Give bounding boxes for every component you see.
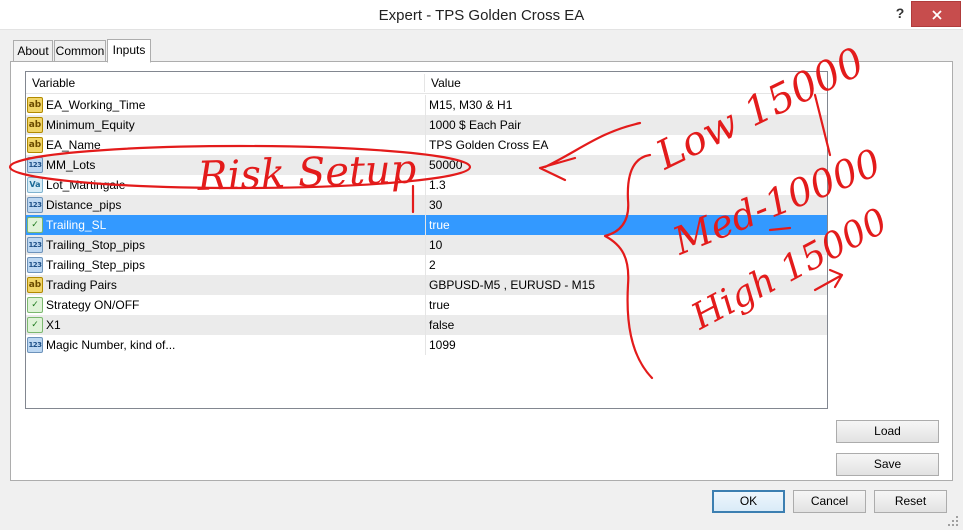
variable-name: EA_Name [46,138,101,152]
table-row[interactable]: ✓ X1 false [26,315,827,335]
text-type-icon: ab [27,117,43,133]
table-row[interactable]: ✓ Strategy ON/OFF true [26,295,827,315]
table-row[interactable]: 123 Magic Number, kind of... 1099 [26,335,827,355]
variable-name: EA_Working_Time [46,98,146,112]
number-type-icon: 123 [27,257,43,273]
number-type-icon: 123 [27,197,43,213]
double-type-icon: Va [27,177,43,193]
variable-value[interactable]: 50000 [425,155,825,175]
number-type-icon: 123 [27,337,43,353]
tab-about[interactable]: About [13,40,53,62]
close-icon [932,10,942,20]
variable-name: Trading Pairs [46,278,117,292]
number-type-icon: 123 [27,157,43,173]
window-title: Expert - TPS Golden Cross EA [378,7,585,24]
variable-name: Lot_Martingale [46,178,126,192]
variable-name: Trailing_SL [46,218,107,232]
save-button[interactable]: Save [836,453,939,476]
close-button[interactable] [911,1,961,27]
help-icon[interactable]: ? [892,5,908,23]
variable-name: Magic Number, kind of... [46,338,176,352]
variable-name: Strategy ON/OFF [46,298,140,312]
table-row[interactable]: ab Trading Pairs GBPUSD-M5 , EURUSD - M15 [26,275,827,295]
variable-name: Distance_pips [46,198,122,212]
tab-common[interactable]: Common [54,40,106,62]
table-row[interactable]: 123 Distance_pips 30 [26,195,827,215]
variable-value[interactable]: 1.3 [425,175,825,195]
resize-grip-icon[interactable] [944,512,960,528]
column-header-value[interactable]: Value [425,72,825,94]
variable-name: Minimum_Equity [46,118,135,132]
variable-value[interactable]: 1000 $ Each Pair [425,115,825,135]
boolean-type-icon: ✓ [27,217,43,233]
column-header-variable[interactable]: Variable [26,72,424,94]
variable-value[interactable]: GBPUSD-M5 , EURUSD - M15 [425,275,825,295]
number-type-icon: 123 [27,237,43,253]
variable-value[interactable]: 30 [425,195,825,215]
variable-value[interactable]: true [425,295,825,315]
variable-name: Trailing_Stop_pips [46,238,145,252]
variable-value[interactable]: 1099 [425,335,825,355]
variable-name: Trailing_Step_pips [46,258,145,272]
table-row[interactable]: 123 Trailing_Stop_pips 10 [26,235,827,255]
ok-button[interactable]: OK [712,490,785,513]
load-button[interactable]: Load [836,420,939,443]
table-row[interactable]: ab Minimum_Equity 1000 $ Each Pair [26,115,827,135]
table-row[interactable]: 123 Trailing_Step_pips 2 [26,255,827,275]
inputs-grid[interactable]: Variable Value ab EA_Working_Time M15, M30… [25,71,828,409]
variable-value[interactable]: true [425,215,825,235]
reset-button[interactable]: Reset [874,490,947,513]
variable-value[interactable]: TPS Golden Cross EA [425,135,825,155]
text-type-icon: ab [27,97,43,113]
variable-value[interactable]: 10 [425,235,825,255]
text-type-icon: ab [27,277,43,293]
variable-value[interactable]: false [425,315,825,335]
tab-inputs[interactable]: Inputs [107,39,151,63]
grid-header: Variable Value [26,72,827,94]
boolean-type-icon: ✓ [27,317,43,333]
title-bar: Expert - TPS Golden Cross EA ? [0,0,963,30]
variable-name: X1 [46,318,61,332]
table-row[interactable]: ✓ Trailing_SL true [26,215,827,235]
text-type-icon: ab [27,137,43,153]
variable-name: MM_Lots [46,158,96,172]
table-row[interactable]: 123 MM_Lots 50000 [26,155,827,175]
variable-value[interactable]: M15, M30 & H1 [425,95,825,115]
table-row[interactable]: ab EA_Working_Time M15, M30 & H1 [26,95,827,115]
cancel-button[interactable]: Cancel [793,490,866,513]
table-row[interactable]: Va Lot_Martingale 1.3 [26,175,827,195]
boolean-type-icon: ✓ [27,297,43,313]
variable-value[interactable]: 2 [425,255,825,275]
table-row[interactable]: ab EA_Name TPS Golden Cross EA [26,135,827,155]
